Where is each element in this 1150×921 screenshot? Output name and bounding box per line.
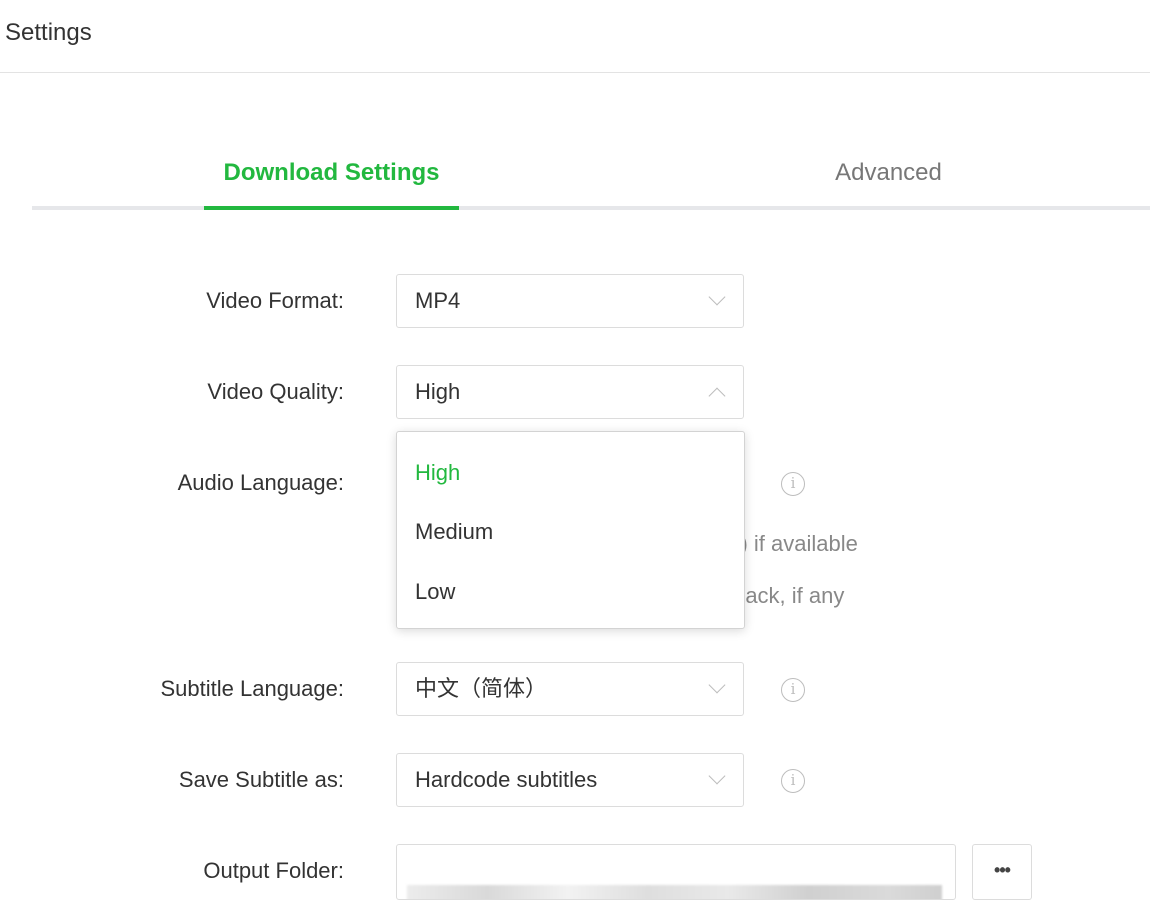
tab-bar: Download Settings Advanced [32,140,1150,210]
subtitle-language-label: Subtitle Language: [160,676,345,701]
chevron-down-icon [708,767,726,785]
video-format-value: MP4 [415,288,461,313]
dropdown-option-medium[interactable]: Medium [415,519,493,545]
header: Settings [0,0,1150,73]
page-title: Settings [5,19,92,46]
chevron-down-icon [708,288,726,306]
subtitle-language-select[interactable]: 中文（简体） [396,662,744,716]
video-format-select[interactable]: MP4 [396,274,744,328]
video-quality-dropdown: High Medium Low [396,431,745,629]
info-icon[interactable]: i [781,472,805,496]
subtitle-language-value: 中文（简体） [415,676,548,701]
video-quality-value: High [415,379,461,404]
video-format-label: Video Format: [206,288,344,313]
tab-advanced[interactable]: Advanced [759,140,1018,206]
video-quality-label: Video Quality: [207,379,344,404]
output-folder-label: Output Folder: [203,858,344,883]
output-folder-input[interactable] [396,844,956,900]
save-subtitle-label: Save Subtitle as: [178,767,344,792]
chevron-up-icon [708,387,726,405]
browse-folder-button[interactable]: ••• [972,844,1032,900]
redacted-folder-path [407,885,942,899]
tab-download-settings[interactable]: Download Settings [204,140,459,210]
video-quality-select[interactable]: High [396,365,744,419]
save-subtitle-value: Hardcode subtitles [415,767,598,792]
dropdown-option-high[interactable]: High [415,460,460,486]
chevron-down-icon [708,676,726,694]
audio-language-label: Audio Language: [177,470,344,495]
info-icon[interactable]: i [781,678,805,702]
audio-option-text-2: rack, if any [738,583,845,608]
save-subtitle-select[interactable]: Hardcode subtitles [396,753,744,807]
info-icon[interactable]: i [781,769,805,793]
dropdown-option-low[interactable]: Low [415,579,455,605]
